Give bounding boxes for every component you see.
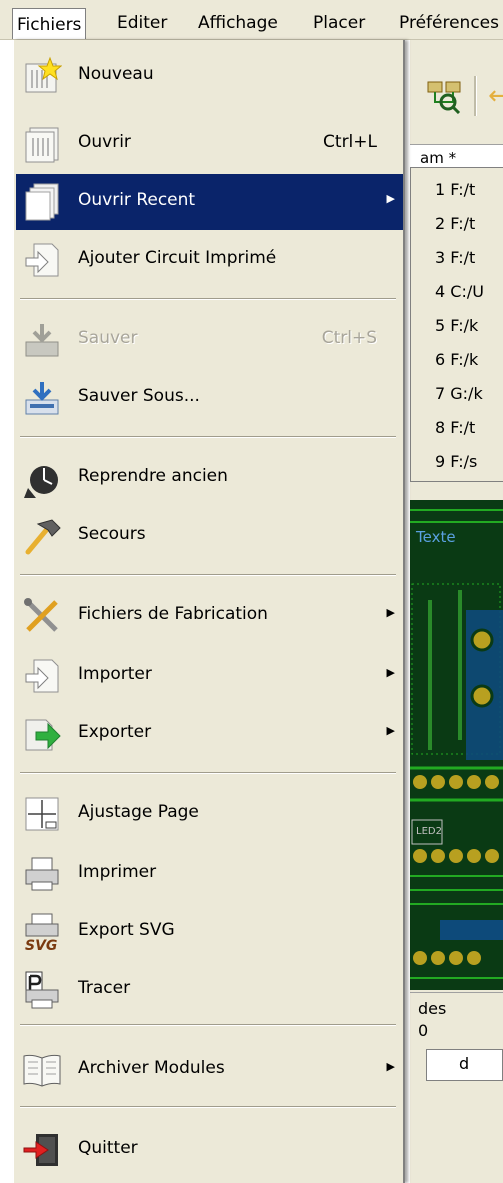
menu-separator <box>20 772 396 774</box>
menu-item-label: Archiver Modules <box>78 1058 225 1078</box>
plotter-icon <box>25 971 59 1009</box>
menu-item-label: Tracer <box>78 978 131 998</box>
document-tab-label: am * <box>420 149 457 167</box>
menu-item-label: Imprimer <box>78 862 157 882</box>
menu-editer[interactable]: Editer <box>113 10 171 36</box>
menu-item-ouvrir[interactable]: Ouvrir Ctrl+L <box>16 116 403 172</box>
menu-placer[interactable]: Placer <box>309 10 369 36</box>
status-field[interactable]: d <box>426 1049 503 1081</box>
save-as-icon <box>25 382 59 415</box>
rescue-hammer-icon <box>25 519 61 555</box>
menu-separator <box>20 574 396 576</box>
printer-icon <box>25 857 59 891</box>
export-icon <box>25 719 61 751</box>
menu-item-label: Ouvrir Recent <box>78 190 196 210</box>
menu-item-label: Ouvrir <box>78 132 131 152</box>
recent-file-item[interactable]: 1 F:/t <box>435 180 475 199</box>
menu-item-exporter[interactable]: Exporter ▶ <box>16 706 403 762</box>
revert-icon <box>24 466 58 498</box>
archive-book-icon <box>23 1054 61 1087</box>
menu-separator <box>20 436 396 438</box>
menu-item-shortcut: Ctrl+S <box>321 328 377 348</box>
menu-separator <box>20 1106 396 1108</box>
menu-item-tracer[interactable]: Tracer <box>16 962 403 1018</box>
recent-file-item[interactable]: 4 C:/U <box>435 282 484 301</box>
status-area: des 0 d <box>410 992 503 1133</box>
exit-door-icon <box>23 1134 58 1166</box>
svg-export-icon: SVG <box>25 913 59 952</box>
menu-item-ouvrir-recent[interactable]: Ouvrir Recent ▶ <box>16 174 403 230</box>
netlist-icon[interactable] <box>426 78 462 114</box>
menu-item-label: Nouveau <box>78 64 154 84</box>
menu-item-label: Exporter <box>78 722 152 742</box>
menubar: Fichiers Editer Affichage Placer Préfére… <box>0 0 503 40</box>
menu-item-label: Ajustage Page <box>78 802 199 822</box>
undo-arrow-icon[interactable]: ← <box>488 83 503 109</box>
submenu-arrow-icon: ▶ <box>386 606 395 619</box>
menu-item-sauver[interactable]: Sauver Ctrl+S <box>16 312 403 368</box>
menu-item-reprendre-ancien[interactable]: Reprendre ancien <box>16 450 403 506</box>
import-icon <box>25 659 59 693</box>
recent-file-item[interactable]: 8 F:/t <box>435 418 475 437</box>
status-field-text: d <box>459 1054 470 1073</box>
menu-item-sauver-sous[interactable]: Sauver Sous... <box>16 370 403 426</box>
fichiers-dropdown-menu: Nouveau Ouvrir Ctrl+L Ouvrir Recent ▶ Aj… <box>13 40 405 1183</box>
menu-affichage[interactable]: Affichage <box>194 10 282 36</box>
menu-item-importer[interactable]: Importer ▶ <box>16 648 403 704</box>
open-board-icon <box>25 127 59 163</box>
recent-files-icon <box>25 183 59 221</box>
menu-item-archiver-modules[interactable]: Archiver Modules ▶ <box>16 1042 403 1098</box>
recent-file-item[interactable]: 5 F:/k <box>435 316 478 335</box>
new-board-icon <box>25 56 62 93</box>
menu-item-imprimer[interactable]: Imprimer <box>16 846 403 902</box>
pcb-canvas[interactable]: Texte LED2 <box>410 500 503 990</box>
submenu-arrow-icon: ▶ <box>386 724 395 737</box>
pcb-traces <box>410 509 503 979</box>
menu-item-label: Ajouter Circuit Imprimé <box>78 248 277 268</box>
menu-item-label: Sauver <box>78 328 138 348</box>
menu-item-export-svg[interactable]: SVG Export SVG <box>16 904 403 960</box>
recent-file-item[interactable]: 9 F:/s <box>435 452 477 471</box>
status-line-2: 0 <box>418 1021 429 1040</box>
page-settings-icon <box>25 797 59 831</box>
menu-separator <box>20 298 396 300</box>
menu-item-label: Importer <box>78 664 152 684</box>
menu-item-ajustage-page[interactable]: Ajustage Page <box>16 786 403 842</box>
submenu-arrow-icon: ▶ <box>386 666 395 679</box>
menu-item-secours[interactable]: Secours <box>16 508 403 564</box>
recent-file-item[interactable]: 7 G:/k <box>435 384 483 403</box>
menu-item-label: Quitter <box>78 1138 138 1158</box>
recent-files-submenu: 1 F:/t 2 F:/t 3 F:/t 4 C:/U 5 F:/k 6 F:/… <box>410 167 503 482</box>
menu-preferences[interactable]: Préférences <box>395 10 503 36</box>
submenu-arrow-icon: ▶ <box>386 192 395 205</box>
menu-separator <box>20 1024 396 1026</box>
recent-file-item[interactable]: 2 F:/t <box>435 214 475 233</box>
menu-item-shortcut: Ctrl+L <box>323 132 377 152</box>
svg-badge: SVG <box>25 938 57 952</box>
pcb-led-label: LED2 <box>416 826 442 837</box>
toolbar-separator <box>474 76 477 116</box>
menu-item-ajouter-circuit[interactable]: Ajouter Circuit Imprimé <box>16 232 403 288</box>
menu-item-quitter[interactable]: Quitter <box>16 1122 403 1178</box>
menu-fichiers[interactable]: Fichiers <box>12 8 87 39</box>
fabrication-tools-icon <box>24 598 58 632</box>
menu-item-label: Secours <box>78 524 146 544</box>
menu-item-nouveau[interactable]: Nouveau <box>16 48 403 104</box>
pcb-text-label: Texte <box>416 528 456 546</box>
submenu-arrow-icon: ▶ <box>386 1060 395 1073</box>
menu-item-label: Reprendre ancien <box>78 466 228 486</box>
status-line-1: des <box>418 999 447 1018</box>
menu-item-label: Fichiers de Fabrication <box>78 604 268 624</box>
recent-file-item[interactable]: 6 F:/k <box>435 350 478 369</box>
save-icon <box>25 324 59 357</box>
append-board-icon <box>25 243 59 277</box>
menu-item-label: Export SVG <box>78 920 175 940</box>
recent-file-item[interactable]: 3 F:/t <box>435 248 475 267</box>
menu-item-fichiers-fabrication[interactable]: Fichiers de Fabrication ▶ <box>16 588 403 644</box>
menu-item-label: Sauver Sous... <box>78 386 200 406</box>
